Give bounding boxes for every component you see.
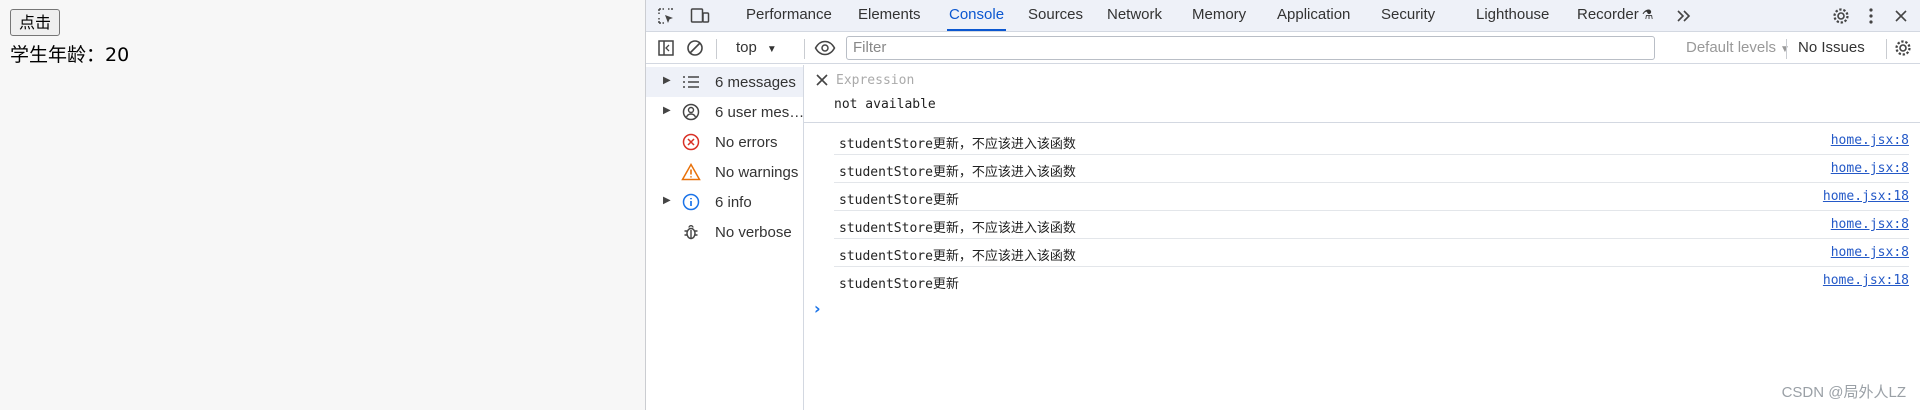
web-page: 点击 学生年龄：20 <box>0 0 645 410</box>
tab-elements[interactable]: Elements <box>858 0 921 31</box>
console-sidebar: ▶ 6 messages ▶ 6 user mes… No errors No … <box>646 65 804 410</box>
tab-application[interactable]: Application <box>1277 0 1350 31</box>
console-toolbar: top ▼ Filter Default levels ▼ No Issues <box>646 32 1920 64</box>
message-text: studentStore更新，不应该进入该函数 <box>839 137 1076 152</box>
error-icon <box>681 132 701 152</box>
tab-sources[interactable]: Sources <box>1028 0 1083 31</box>
devtools-panel: Performance Elements Console Sources Net… <box>645 0 1920 410</box>
source-link[interactable]: home.jsx:8 <box>1831 217 1909 232</box>
settings-gear-icon[interactable] <box>1830 5 1852 27</box>
click-button[interactable]: 点击 <box>10 9 61 36</box>
clear-console-icon[interactable] <box>684 37 706 59</box>
expand-arrow-icon[interactable]: ▶ <box>663 75 671 86</box>
expand-arrow-icon[interactable]: ▶ <box>663 195 671 206</box>
context-label: top <box>736 39 757 56</box>
source-link[interactable]: home.jsx:8 <box>1831 245 1909 260</box>
tab-network[interactable]: Network <box>1107 0 1162 31</box>
sidebar-item-user-messages[interactable]: ▶ 6 user mes… <box>646 97 805 127</box>
sidebar-item-label: No errors <box>715 134 778 151</box>
live-expression-eye-icon[interactable] <box>812 37 838 59</box>
sidebar-item-errors[interactable]: No errors <box>646 127 803 157</box>
student-age-text: 学生年龄：20 <box>10 44 130 66</box>
sidebar-item-label: No warnings <box>715 164 799 181</box>
remove-expression-close-icon[interactable] <box>813 71 831 89</box>
devtools-tabbar: Performance Elements Console Sources Net… <box>646 0 1920 32</box>
expression-value: not available <box>834 97 936 112</box>
expression-input[interactable]: Expression <box>836 73 914 88</box>
filter-input[interactable]: Filter <box>846 36 1655 60</box>
tab-security[interactable]: Security <box>1381 0 1435 31</box>
info-icon <box>681 192 701 212</box>
tab-performance[interactable]: Performance <box>746 0 832 31</box>
more-tabs-icon[interactable] <box>1673 5 1695 27</box>
tab-memory[interactable]: Memory <box>1192 0 1246 31</box>
source-link[interactable]: home.jsx:18 <box>1823 189 1909 204</box>
warning-icon <box>681 162 701 182</box>
tab-lighthouse[interactable]: Lighthouse <box>1476 0 1549 31</box>
context-selector[interactable]: top ▼ <box>736 39 777 56</box>
console-message: studentStore更新，不应该进入该函数 home.jsx:8 <box>834 127 1909 155</box>
console-message: studentStore更新 home.jsx:18 <box>834 183 1909 211</box>
console-output: Expression not available studentStore更新，… <box>804 65 1920 410</box>
console-message: studentStore更新，不应该进入该函数 home.jsx:8 <box>834 155 1909 183</box>
inspect-element-icon[interactable] <box>655 5 677 27</box>
sidebar-item-messages[interactable]: ▶ 6 messages <box>646 67 803 97</box>
tab-console[interactable]: Console <box>947 0 1007 31</box>
watermark: CSDN @局外人LZ <box>1781 384 1906 401</box>
close-devtools-icon[interactable] <box>1890 5 1912 27</box>
live-expression: Expression not available <box>804 65 1920 123</box>
expand-arrow-icon[interactable]: ▶ <box>663 105 671 116</box>
caret-down-icon: ▼ <box>1780 44 1790 55</box>
user-icon <box>681 102 701 122</box>
message-text: studentStore更新 <box>839 193 959 208</box>
bug-icon <box>681 222 701 242</box>
console-prompt[interactable]: › <box>814 299 821 318</box>
list-icon <box>681 72 701 92</box>
sidebar-item-label: No verbose <box>715 224 792 241</box>
message-text: studentStore更新，不应该进入该函数 <box>839 165 1076 180</box>
kebab-menu-icon[interactable] <box>1860 5 1882 27</box>
console-settings-gear-icon[interactable] <box>1892 37 1914 59</box>
tab-recorder[interactable]: Recorder ⚗ <box>1577 0 1653 31</box>
sidebar-toggle-icon[interactable] <box>655 37 677 59</box>
source-link[interactable]: home.jsx:8 <box>1831 161 1909 176</box>
console-message: studentStore更新，不应该进入该函数 home.jsx:8 <box>834 211 1909 239</box>
tab-recorder-label: Recorder <box>1577 6 1639 23</box>
source-link[interactable]: home.jsx:8 <box>1831 133 1909 148</box>
toolbar-divider <box>1786 39 1787 59</box>
source-link[interactable]: home.jsx:18 <box>1823 273 1909 288</box>
log-levels-dropdown[interactable]: Default levels ▼ <box>1686 39 1790 56</box>
flask-icon: ⚗ <box>1641 7 1654 22</box>
issues-count[interactable]: No Issues <box>1798 39 1865 56</box>
sidebar-item-warnings[interactable]: No warnings <box>646 157 803 187</box>
toolbar-divider <box>716 39 717 59</box>
sidebar-item-label: 6 user mes… <box>715 104 805 121</box>
toolbar-divider <box>804 39 805 59</box>
sidebar-item-label: 6 messages <box>715 74 796 91</box>
message-text: studentStore更新 <box>839 277 959 292</box>
message-text: studentStore更新，不应该进入该函数 <box>839 249 1076 264</box>
message-text: studentStore更新，不应该进入该函数 <box>839 221 1076 236</box>
sidebar-item-verbose[interactable]: No verbose <box>646 217 803 247</box>
sidebar-item-label: 6 info <box>715 194 752 211</box>
console-message: studentStore更新 home.jsx:18 <box>834 267 1909 295</box>
console-message: studentStore更新，不应该进入该函数 home.jsx:8 <box>834 239 1909 267</box>
device-toolbar-icon[interactable] <box>689 5 711 27</box>
sidebar-item-info[interactable]: ▶ 6 info <box>646 187 803 217</box>
caret-down-icon: ▼ <box>766 44 777 55</box>
log-levels-label: Default levels <box>1686 39 1777 56</box>
toolbar-divider <box>1886 39 1887 59</box>
